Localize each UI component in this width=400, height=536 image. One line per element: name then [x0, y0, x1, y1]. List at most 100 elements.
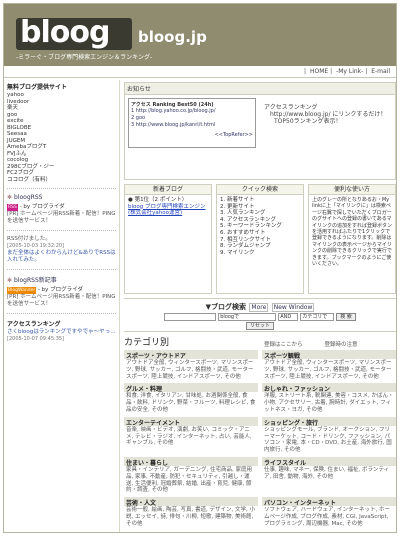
usage-panel: 便利な使い方 上のグレーの所となりあるお・My linkに上「マイリンクに」は検…: [308, 184, 396, 294]
category-block: スポーツ・アウトドア アウトドア全般, ウィンタースポーツ, マリンスポーツ, 野…: [124, 350, 258, 381]
new-blog-link[interactable]: bloog ブログ専門検索エンジン(株式会社yahoo運営): [128, 204, 208, 217]
blog-provider-title: 無料ブログ提供サイト: [7, 84, 68, 91]
category-block: ショッピング・旅行 ショッピングモール, ブランド, オークション, フリーマーケ…: [262, 416, 396, 455]
page-frame: bloog bloog.jp -ミラーぐ・ブログ専門検索エンジン＆ランキング- …: [3, 3, 397, 533]
rss-desc[interactable]: [PR] ホームページ用RSS新着・配信！PINGを送信サービス！: [7, 211, 116, 225]
category-subs[interactable]: 洋服, ストリート系, 靴関連, 美容・コスメ, かばん・小物, アクセサリー,…: [262, 392, 396, 414]
category-name[interactable]: 住まい・暮らし: [124, 456, 258, 467]
register-link[interactable]: 登録はここから: [264, 340, 303, 348]
new-heading: ✱ blogRSS新記事: [7, 276, 57, 284]
category-subs[interactable]: 仕事, 趣味, マネー, 保険, 住まい, 福祉, ボランティア, 田舎, 動物…: [262, 466, 396, 482]
ranking-item[interactable]: 1 http://blog.yahoo.co.jp/bloog.jp/: [131, 108, 253, 115]
access-ranking-text: アクセスランキング http://www.bloog.jp/ にリンクするだけ！…: [264, 104, 387, 125]
category-subs[interactable]: 家具・インテリア, ガーデニング, 住宅商品, 家庭用品, 家事, 不動産, 防…: [124, 466, 258, 495]
quick-link[interactable]: 5. キーワードランキング: [220, 223, 300, 230]
category-block: スポーツ観戦 アウトドア全般, ウィンタースポーツ, マリンスポーツ, 野球, サ…: [262, 350, 396, 381]
new-blog-rank: ● 第1位（2 ポイント）: [128, 197, 188, 203]
category-header: カテゴリ別 登録はここから 登録時の注意: [124, 336, 396, 348]
usage-title: 便利な使い方: [309, 185, 395, 195]
reset-button[interactable]: リセット: [245, 322, 274, 330]
rss-note: RSS付けました。: [7, 236, 51, 242]
category-name[interactable]: スポーツ観戦: [262, 350, 396, 360]
site-logo[interactable]: bloog: [16, 18, 132, 50]
search-title: ▼ブログ検索: [205, 303, 246, 311]
register-notes-link[interactable]: 登録時の注意: [325, 340, 358, 348]
divider: [7, 312, 116, 314]
bullet-icon: ✱: [7, 276, 13, 284]
category-name[interactable]: 芸術・人文: [124, 497, 258, 507]
top-nav: | HOME | -My Link- | E-mail: [4, 66, 396, 78]
more-link[interactable]: More: [249, 303, 269, 312]
category-block: おしゃれ・ファッション 洋服, ストリート系, 靴関連, 美容・コスメ, かばん・…: [262, 383, 396, 414]
ranking-item[interactable]: 2 goo: [131, 115, 253, 122]
quick-link[interactable]: 3. 人気ランキング: [220, 210, 300, 217]
rss-badge: RSS: [7, 204, 18, 211]
usage-text: 上のグレーの所となりあるお・My linkに上「マイリンクに」は検索ページ右翼で…: [312, 197, 393, 268]
blogwander-badge: BlogWander: [7, 286, 37, 294]
category-block: 芸術・人文 芸術一般, 絵画, 陶芸, 写真, 書道, デザイン, 文学, 小説,…: [124, 497, 258, 528]
search-section: ▼ブログ検索 More New Window bloogで AND カテゴリで …: [124, 298, 396, 332]
new-blog-panel: 新着ブログ ● 第1位（2 ポイント） bloog ブログ専門検索エンジン(株式…: [124, 184, 212, 294]
rss-entry: RSS - by ブログライダ: [7, 204, 65, 211]
category-block: グルメ・料理 和食, 洋食, イタリアン, 甘味処, お酒関係全般, 食品・飲料,…: [124, 383, 258, 414]
new-entry: BlogWander - by ブログライダ: [7, 286, 83, 294]
divider: [7, 188, 116, 189]
notice-box: お知らせ アクセス Ranking Best50 (24h) 1 http://…: [124, 82, 396, 180]
category-name[interactable]: グルメ・料理: [124, 383, 258, 393]
ranking-item[interactable]: 3 http://www.bloog.jp/kanri/t.html: [131, 122, 253, 129]
main-content: お知らせ アクセス Ranking Best50 (24h) 1 http://…: [124, 80, 396, 532]
quick-link[interactable]: 6. おすすめサイト: [220, 230, 300, 237]
quick-link[interactable]: 9. マイリンク: [220, 250, 300, 257]
category-subs[interactable]: ショッピングモール, ブランド, オークション, フリーマーケット, コード・ド…: [262, 426, 396, 455]
category-name[interactable]: ライフスタイル: [262, 456, 396, 467]
nav-home[interactable]: HOME: [310, 68, 328, 75]
and-select[interactable]: AND: [278, 313, 299, 321]
category-block: 住まい・暮らし 家具・インテリア, ガーデニング, 住宅商品, 家庭用品, 家事,…: [124, 456, 258, 495]
nav-email[interactable]: E-mail: [371, 68, 390, 75]
bullet-icon: ✱: [7, 194, 13, 201]
rss-desc2[interactable]: まだ全体はよくわからんけど&ありでRSSは入れてみた。: [7, 250, 116, 264]
search-input[interactable]: [164, 313, 217, 321]
divider: [7, 230, 116, 231]
quick-link[interactable]: 1. 新着サイト: [220, 197, 300, 204]
notice-title: お知らせ: [125, 83, 395, 95]
category-block: ライフスタイル 仕事, 趣味, マネー, 保険, 住まい, 福祉, ボランティア,…: [262, 456, 396, 495]
new-desc[interactable]: [PR] ホームページ用RSS新着・配信！PINGを送信サービス！: [7, 294, 116, 308]
rss-heading: ✱ bloogRSS: [7, 194, 43, 201]
new-blog-title: 新着ブログ: [125, 185, 211, 195]
quick-search-title: クイック検索: [217, 185, 303, 195]
provider-link[interactable]: ココログ（有料）: [7, 177, 116, 184]
search-button[interactable]: 検 索: [336, 313, 356, 321]
category-subs[interactable]: 和食, 洋食, イタリアン, 甘味処, お酒関係全般, 食品・飲料, ドリンク,…: [124, 392, 258, 414]
category-name[interactable]: パソコン・インターネット: [262, 497, 396, 507]
engine-select[interactable]: bloogで: [218, 313, 277, 321]
category-grid: スポーツ・アウトドア アウトドア全般, ウィンタースポーツ, マリンスポーツ, 野…: [124, 350, 396, 531]
ranking-box: アクセス Ranking Best50 (24h) 1 http://blog.…: [128, 98, 256, 148]
divider: [7, 268, 116, 270]
header: bloog bloog.jp -ミラーぐ・ブログ専門検索エンジン＆ランキング-: [4, 4, 396, 66]
category-name[interactable]: おしゃれ・ファッション: [262, 383, 396, 393]
category-block: パソコン・インターネット ソフトウェア, ハードウェア, インターネット, ホーム…: [262, 497, 396, 528]
category-block: エンターテイメント 音楽, 映画・ビデオ, 演劇, お笑い, コミック・アニメ, …: [124, 416, 258, 455]
three-columns: 新着ブログ ● 第1位（2 ポイント） bloog ブログ専門検索エンジン(株式…: [124, 184, 396, 294]
tagline: -ミラーぐ・ブログ専門検索エンジン＆ランキング-: [16, 54, 153, 61]
category-name[interactable]: エンターテイメント: [124, 416, 258, 427]
category-name[interactable]: ショッピング・旅行: [262, 416, 396, 427]
category-title: カテゴリ別: [124, 338, 170, 348]
sidebar: 無料ブログ提供サイト yahoo livedoor 楽天 goo excite …: [4, 80, 120, 532]
new-window-link[interactable]: New Window: [271, 303, 315, 312]
access-heading: アクセスランキング: [7, 320, 61, 328]
category-name[interactable]: スポーツ・アウトドア: [124, 350, 258, 360]
category-subs[interactable]: ソフトウェア, ハードウェア, インターネット, ホームページ作成, ブログ作成…: [262, 506, 396, 528]
category-subs[interactable]: 音楽, 映画・ビデオ, 演劇, お笑い, コミック・アニメ, テレビ・ラジオ, …: [124, 426, 258, 448]
quick-link[interactable]: 8. ランダムジャンプ: [220, 243, 300, 250]
top-refer-link[interactable]: <<TopRefer>>: [131, 132, 253, 138]
access-date: [2005-10-07 09:45:35]: [7, 335, 65, 342]
category-select[interactable]: カテゴリで: [300, 313, 335, 321]
category-subs[interactable]: アウトドア全般, ウィンタースポーツ, マリンスポーツ, 野球, サッカー, ゴ…: [262, 359, 396, 381]
nav-mylink[interactable]: -My Link-: [336, 68, 363, 75]
category-subs[interactable]: アウトドア全般, ウィンタースポーツ, マリンスポーツ, 野球, サッカー, ゴ…: [124, 359, 258, 381]
access-desc[interactable]: さくbloogはランキングですやでゃ～ヤっ…: [7, 329, 116, 336]
quick-search-panel: クイック検索 1. 新着サイト 2. 更新サイト 3. 人気ランキング 4. ア…: [216, 184, 304, 294]
category-subs[interactable]: 芸術一般, 絵画, 陶芸, 写真, 書道, デザイン, 文学, 小説, エッセイ…: [124, 506, 258, 528]
